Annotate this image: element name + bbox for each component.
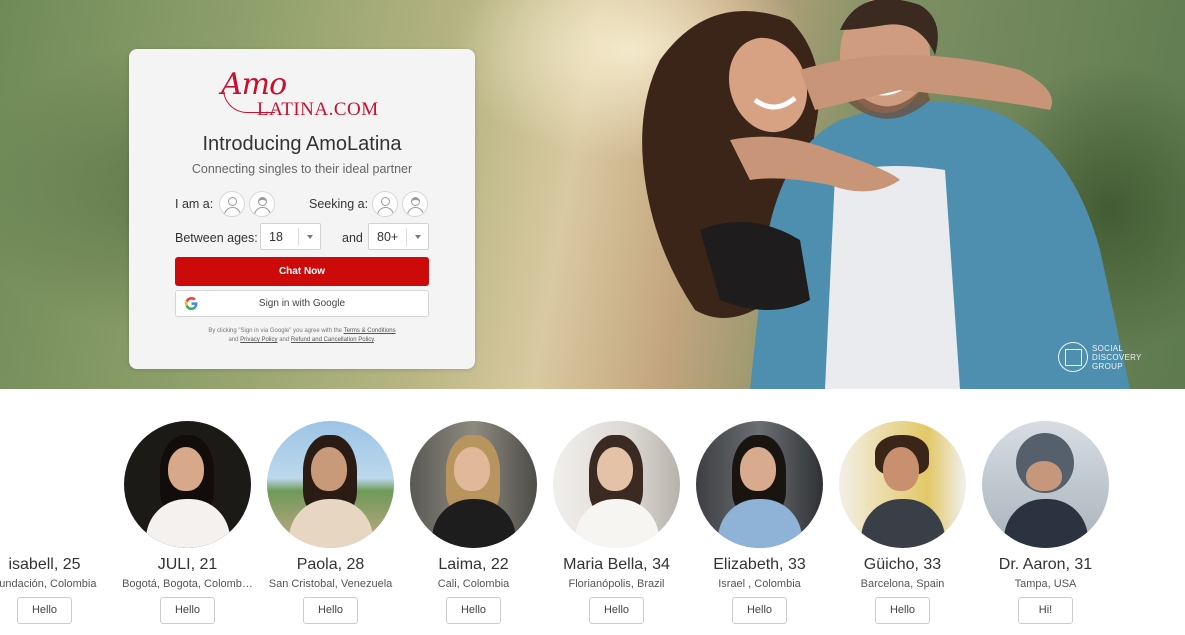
woman-icon [258,197,267,206]
profile-photo[interactable] [982,421,1109,548]
hero-banner: SOCIAL DISCOVERY GROUP Amo LATINA.COM In… [0,0,1185,389]
google-icon [185,297,198,310]
social-discovery-watermark: SOCIAL DISCOVERY GROUP [1058,342,1152,372]
profile-card[interactable]: Paola, 28 San Cristobal, Venezuela Hello [259,421,402,635]
chevron-down-icon [307,235,313,239]
profile-photo[interactable] [553,421,680,548]
profile-card[interactable]: Elizabeth, 33 Israel , Colombia Hello [688,421,831,635]
hello-button[interactable]: Hello [732,597,787,624]
hello-button[interactable]: Hello [17,597,72,624]
chat-now-button[interactable]: Chat Now [175,257,429,286]
signup-title: Introducing AmoLatina [202,133,402,155]
logo-word: LATINA.COM [257,99,379,120]
i-am-woman-button[interactable] [249,191,275,217]
age-max-value: 80+ [377,230,399,244]
man-icon [228,197,237,206]
hi-button[interactable]: Hi! [1018,597,1073,624]
profile-card[interactable]: isabell, 25 Fundación, Colombia Hello [0,421,116,635]
i-am-man-button[interactable] [219,191,245,217]
age-min-select[interactable]: 18 [260,223,321,250]
profile-location: Barcelona, Spain [860,578,945,590]
hello-button[interactable]: Hello [589,597,644,624]
signup-subtitle: Connecting singles to their ideal partne… [191,162,413,176]
hello-button[interactable]: Hello [160,597,215,624]
profile-name: Paola, 28 [296,556,365,573]
age-min-value: 18 [269,230,283,244]
profile-card[interactable]: Laima, 22 Cali, Colombia Hello [402,421,545,635]
woman-icon [411,197,420,206]
profile-name: Laima, 22 [438,556,509,573]
select-divider [406,228,407,246]
google-signin-label: Sign in with Google [258,298,346,309]
profile-photo[interactable] [839,421,966,548]
man-icon [381,197,390,206]
signup-card: Amo LATINA.COM Introducing AmoLatina Con… [129,49,475,369]
woman-icon-body [254,207,271,216]
terms-link[interactable]: Terms & Conditions [344,328,396,334]
hello-button[interactable]: Hello [446,597,501,624]
profile-name: JULI, 21 [157,556,218,573]
between-ages-label: Between ages: [175,231,258,245]
watermark-text: SOCIAL DISCOVERY GROUP [1092,343,1142,371]
profile-name: Güicho, 33 [863,556,942,573]
woman-icon-body [407,207,424,216]
select-divider [298,228,299,246]
google-signin-button[interactable]: Sign in with Google [175,290,429,317]
profile-location: Cali, Colombia [437,578,510,590]
profile-card[interactable]: Maria Bella, 34 Florianópolis, Brazil He… [545,421,688,635]
legal-end: . [373,337,376,343]
profile-photo[interactable] [267,421,394,548]
profile-card[interactable]: JULI, 21 Bogotá, Bogota, Colomb… Hello [116,421,259,635]
legal-notice: By clicking "Sign in via Google" you agr… [179,327,425,345]
legal-text: By clicking "Sign in via Google" you agr… [208,328,343,334]
privacy-link[interactable]: Privacy Policy [240,337,277,343]
hello-button[interactable]: Hello [875,597,930,624]
profile-photo[interactable] [124,421,251,548]
seeking-woman-button[interactable] [402,191,428,217]
seeking-man-button[interactable] [372,191,398,217]
profile-name: Maria Bella, 34 [563,556,670,573]
profile-name: Elizabeth, 33 [713,556,806,573]
amolatina-logo[interactable]: Amo LATINA.COM [221,67,386,122]
hello-button[interactable]: Hello [303,597,358,624]
man-icon-body [377,207,394,216]
profile-location: San Cristobal, Venezuela [268,578,393,590]
profile-location: Israel , Colombia [718,578,801,590]
profile-photo[interactable] [410,421,537,548]
profile-location: Tampa, USA [1014,578,1077,590]
refund-link[interactable]: Refund and Cancellation Policy [291,337,374,343]
profile-name: isabell, 25 [8,556,81,573]
legal-and-1: and [228,337,239,343]
profile-card[interactable]: Güicho, 33 Barcelona, Spain Hello [831,421,974,635]
man-icon-body [224,207,241,216]
vitruvian-logo-icon [1058,342,1088,372]
profile-name: Dr. Aaron, 31 [998,556,1093,573]
profile-location: Florianópolis, Brazil [568,578,665,590]
legal-and-2: and [279,337,290,343]
profile-card[interactable]: Dr. Aaron, 31 Tampa, USA Hi! [974,421,1117,635]
profile-location: Bogotá, Bogota, Colomb… [122,578,253,590]
profile-strip: isabell, 25 Fundación, Colombia Hello JU… [0,389,1185,635]
couple-photo [642,0,1130,389]
and-label: and [342,231,363,245]
age-max-select[interactable]: 80+ [368,223,429,250]
profile-location: Fundación, Colombia [0,578,97,590]
profile-photo[interactable] [696,421,823,548]
chevron-down-icon [415,235,421,239]
seeking-label: Seeking a: [309,197,369,211]
i-am-label: I am a: [175,197,214,211]
